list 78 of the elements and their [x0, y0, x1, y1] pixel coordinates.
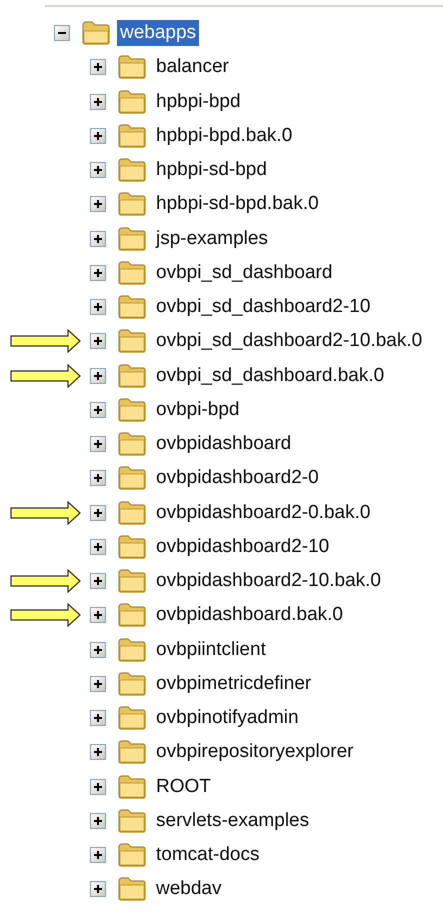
folder-label[interactable]: webapps: [117, 20, 200, 46]
expand-icon[interactable]: [90, 230, 106, 247]
folder-label[interactable]: ovbpimetricdefiner: [153, 670, 314, 697]
folder-label[interactable]: ovbpi_sd_dashboard2-10: [153, 294, 374, 320]
folder-label[interactable]: servlets-examples: [153, 808, 312, 834]
folder-label[interactable]: ovbpidashboard2-10: [153, 534, 332, 560]
folder-icon: [117, 705, 147, 732]
folder-icon: [117, 534, 147, 560]
folder-label[interactable]: ovbpi_sd_dashboard: [153, 260, 336, 286]
folder-label[interactable]: webdav: [153, 876, 224, 902]
expand-icon[interactable]: [90, 710, 106, 726]
folder-icon: [117, 328, 147, 354]
folder-label[interactable]: jsp-examples: [153, 226, 271, 252]
expand-icon[interactable]: [90, 778, 106, 795]
folder-icon: [117, 465, 147, 492]
folder-icon: [117, 774, 147, 800]
expand-icon[interactable]: [90, 368, 106, 384]
folder-icon: [117, 294, 147, 320]
folder-icon: [81, 20, 111, 46]
folder-label[interactable]: ovbpidashboard2-10.bak.0: [153, 568, 384, 594]
folder-icon: [117, 876, 147, 902]
expand-icon[interactable]: [90, 504, 106, 521]
expand-icon[interactable]: [90, 847, 106, 864]
folder-label[interactable]: ovbpidashboard: [153, 431, 294, 458]
expand-icon[interactable]: [90, 676, 106, 692]
expand-icon[interactable]: [90, 299, 106, 316]
folder-icon: [117, 842, 147, 868]
folder-icon: [117, 260, 147, 286]
folder-label[interactable]: ovbpidashboard2-0: [153, 465, 322, 492]
folder-icon: [117, 808, 147, 834]
expand-icon[interactable]: [90, 642, 106, 658]
folder-label[interactable]: tomcat-docs: [153, 842, 262, 868]
expand-icon[interactable]: [90, 538, 106, 555]
folder-label[interactable]: ovbpidashboard.bak.0: [153, 602, 346, 628]
expand-icon[interactable]: [90, 94, 106, 110]
folder-icon: [117, 396, 147, 423]
folder-label[interactable]: ovbpi-bpd: [153, 396, 242, 423]
expand-icon[interactable]: [90, 162, 106, 178]
folder-label[interactable]: ROOT: [153, 774, 214, 800]
expand-icon[interactable]: [90, 333, 106, 350]
expand-icon[interactable]: [90, 128, 106, 144]
folder-icon: [117, 226, 147, 252]
folder-icon: [117, 568, 147, 594]
folder-label[interactable]: ovbpi_sd_dashboard.bak.0: [153, 362, 388, 389]
folder-label[interactable]: balancer: [153, 54, 232, 80]
folder-icon: [117, 54, 147, 80]
folder-icon: [117, 636, 147, 663]
folder-label[interactable]: hpbpi-sd-bpd.bak.0: [153, 191, 322, 218]
folder-icon: [117, 122, 147, 149]
expand-icon[interactable]: [90, 264, 106, 281]
expand-icon[interactable]: [90, 470, 106, 486]
folder-icon: [117, 500, 147, 526]
folder-label[interactable]: hpbpi-sd-bpd: [153, 157, 270, 184]
folder-icon: [117, 739, 147, 766]
folder-label[interactable]: hpbpi-bpd.bak.0: [153, 122, 296, 149]
folder-icon: [117, 431, 147, 458]
expand-icon[interactable]: [90, 812, 106, 829]
expand-icon[interactable]: [90, 59, 106, 76]
folder-label[interactable]: ovbpi_sd_dashboard2-10.bak.0: [153, 328, 426, 354]
folder-icon: [117, 362, 147, 389]
folder-label[interactable]: ovbpiintclient: [153, 636, 269, 663]
expand-icon[interactable]: [90, 744, 106, 760]
expand-icon[interactable]: [90, 881, 106, 898]
folder-label[interactable]: ovbpirepositoryexplorer: [153, 739, 356, 766]
folder-icon: [117, 191, 147, 218]
expand-icon[interactable]: [90, 607, 106, 624]
folder-icon: [117, 602, 147, 628]
expand-icon[interactable]: [90, 573, 106, 590]
folder-icon: [117, 670, 147, 697]
folder-label[interactable]: ovbpidashboard2-0.bak.0: [153, 500, 374, 526]
collapse-icon[interactable]: [54, 25, 70, 42]
expand-icon[interactable]: [90, 402, 106, 418]
folder-icon: [117, 88, 147, 115]
expand-icon[interactable]: [90, 436, 106, 452]
folder-label[interactable]: hpbpi-bpd: [153, 88, 244, 115]
folder-icon: [117, 157, 147, 184]
expand-icon[interactable]: [90, 196, 106, 212]
folder-label[interactable]: ovbpinotifyadmin: [153, 705, 302, 732]
